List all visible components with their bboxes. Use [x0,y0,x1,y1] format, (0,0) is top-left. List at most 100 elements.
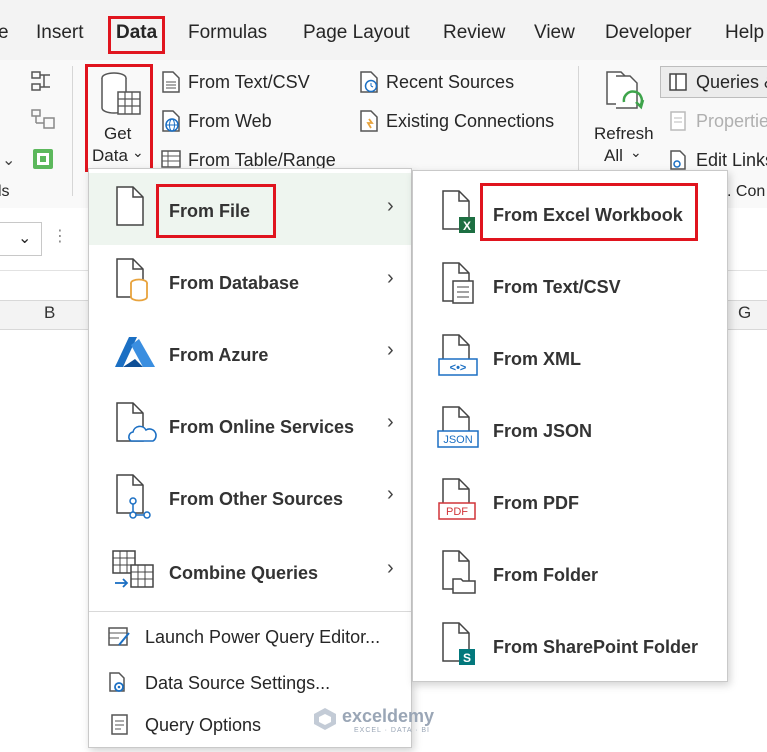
from-sharepoint-folder-label: From SharePoint Folder [493,637,699,657]
recent-sources-icon [360,71,378,93]
from-pdf-label: From PDF [493,493,580,513]
tab-home-partial[interactable]: e [0,22,9,44]
from-json-label: From JSON [493,421,593,441]
cloud-file-icon [116,402,157,442]
refresh-caret-icon: ⌄ [630,144,642,160]
existing-connections-icon [360,110,378,132]
ribbon-separator [72,66,73,196]
tab-review[interactable]: Review [443,22,505,44]
menu-item-from-other-sources[interactable]: From Other Sources › [89,461,411,533]
combine-queries-icon [112,550,154,588]
menu-separator [89,611,411,612]
from-web-button[interactable]: From Web [188,111,272,132]
excel-file-icon: X [442,190,475,233]
menu-item-launch-power-query-editor[interactable]: Launch Power Query Editor... [89,619,411,655]
linked-data-icon[interactable] [30,108,58,132]
pdf-file-icon: PDF [438,478,476,520]
menu-item-from-azure[interactable]: From Azure › [89,317,411,389]
sharepoint-file-icon: S [442,622,475,665]
submenu-item-from-folder[interactable]: From Folder [413,537,727,609]
data-source-settings-icon [109,672,125,692]
column-header-b[interactable]: B [44,303,55,323]
queries-label: Queries & [696,72,767,92]
power-query-editor-icon [108,627,130,646]
from-text-csv-button[interactable]: From Text/CSV [188,72,310,93]
file-icon [116,186,144,226]
edit-links-icon [670,150,686,170]
tab-help[interactable]: Help [725,22,764,44]
database-file-icon [116,258,148,302]
menu-item-from-database[interactable]: From Database › [89,245,411,317]
refresh-icon [606,71,645,110]
edit-links-button[interactable]: Edit Links [696,150,767,171]
xml-file-icon: <•> [438,334,478,376]
azure-icon [115,337,155,367]
web-file-icon [162,110,180,132]
tab-view[interactable]: View [534,22,575,44]
tab-page-layout[interactable]: Page Layout [303,22,410,44]
watermark-name: exceldemy [342,706,435,726]
chevron-right-icon: › [387,411,394,433]
query-group-icon[interactable] [30,70,58,94]
submenu-item-from-xml[interactable]: <•> From XML [413,321,727,393]
menu-item-combine-queries[interactable]: Combine Queries › [89,535,411,607]
left-chevron-icon[interactable]: ⌄ [2,150,15,170]
submenu-item-from-text-csv[interactable]: From Text/CSV [413,249,727,321]
data-source-settings-label: Data Source Settings... [145,673,331,693]
from-excel-workbook-highlight [480,183,698,241]
json-file-icon: JSON [437,406,479,448]
json-badge: JSON [443,434,472,446]
chevron-right-icon: › [387,267,394,289]
text-csv-file-icon [442,262,474,304]
refresh-label-2: All [604,146,623,165]
recent-sources-button[interactable]: Recent Sources [386,72,514,93]
pdf-badge: PDF [446,506,468,518]
from-online-services-label: From Online Services [169,417,355,437]
other-sources-icon [116,474,151,519]
from-azure-label: From Azure [169,345,269,365]
submenu-item-from-pdf[interactable]: PDF From PDF [413,465,727,537]
chevron-right-icon: › [387,339,394,361]
get-data-highlight [85,64,153,172]
table-range-icon [161,150,181,168]
name-box-dropdown-icon[interactable]: ⌄ [18,228,31,248]
from-text-csv-label: From Text/CSV [493,277,621,297]
chevron-right-icon: › [387,557,394,579]
refresh-all-button[interactable]: Refresh All ⌄ [590,66,658,170]
properties-button[interactable]: Propertie [696,111,767,132]
watermark-tagline: EXCEL · DATA · BI [354,727,430,734]
tab-insert[interactable]: Insert [36,22,84,44]
group-label-partial: ls [0,183,10,200]
launch-pq-label: Launch Power Query Editor... [145,627,381,647]
tab-developer[interactable]: Developer [605,22,692,44]
stocks-icon[interactable] [30,146,56,172]
submenu-item-from-json[interactable]: JSON From JSON [413,393,727,465]
submenu-item-from-sharepoint-folder[interactable]: S From SharePoint Folder [413,609,727,681]
from-file-highlight [156,184,276,238]
folder-file-icon [442,550,476,594]
xml-badge: <•> [450,362,467,374]
excel-badge: X [463,219,471,233]
from-database-label: From Database [169,273,300,293]
data-tab-highlight [108,16,165,54]
text-file-icon [162,71,180,93]
combine-queries-label: Combine Queries [169,563,319,583]
sharepoint-badge: S [463,651,471,665]
menu-item-data-source-settings[interactable]: Data Source Settings... [89,665,411,701]
formula-bar-grip-icon: ⋮ [52,228,68,245]
existing-connections-button[interactable]: Existing Connections [386,111,554,132]
connections-group-label: . Con [727,183,766,200]
tab-formulas[interactable]: Formulas [188,22,267,44]
from-folder-label: From Folder [493,565,599,585]
query-options-label: Query Options [145,715,262,735]
properties-icon [670,111,686,131]
from-file-submenu: X From Excel Workbook From Text/CSV <•> … [412,170,728,682]
menu-item-from-online-services[interactable]: From Online Services › [89,389,411,461]
from-xml-label: From XML [493,349,581,369]
from-other-sources-label: From Other Sources [169,489,344,509]
exceldemy-logo-icon [314,708,336,730]
column-header-g[interactable]: G [738,303,751,323]
query-options-icon [111,714,128,735]
chevron-right-icon: › [387,483,394,505]
get-data-menu: From File › From Database › From Azure ›… [88,168,412,748]
